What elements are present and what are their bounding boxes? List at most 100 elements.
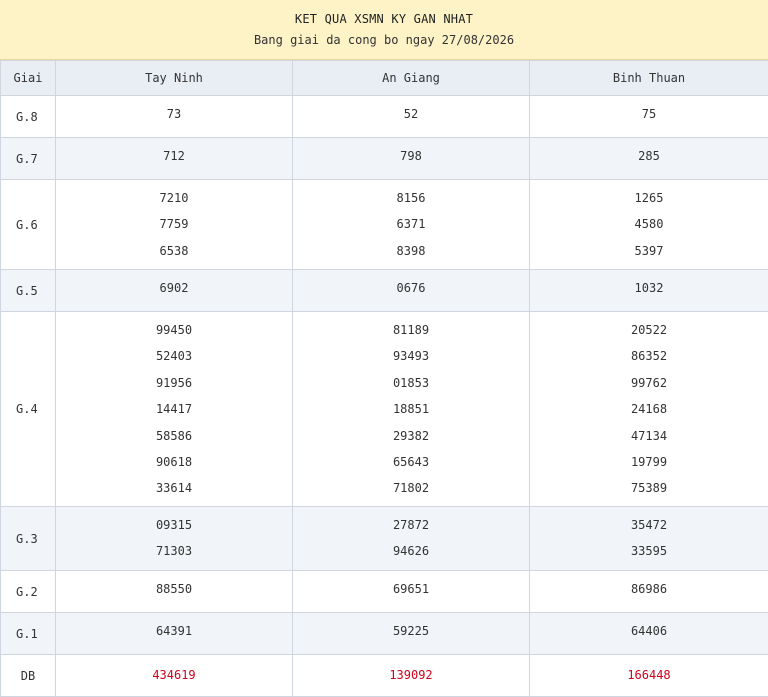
result-number: 24168	[530, 396, 768, 422]
result-number: 285	[530, 143, 768, 169]
result-number: 4580	[530, 211, 768, 237]
result-number: 18851	[293, 396, 529, 422]
table-header-row: Giai Tay Ninh An Giang Binh Thuan	[1, 61, 768, 96]
result-number: 27872	[293, 512, 529, 538]
prize-label: DB	[1, 655, 56, 697]
result-number: 33595	[530, 538, 768, 564]
result-number: 35472	[530, 512, 768, 538]
table-row: G.49945052403919561441758586906183361481…	[1, 312, 768, 507]
result-number: 75389	[530, 475, 768, 501]
table-row: DB434619139092166448	[1, 655, 768, 697]
result-number: 01853	[293, 370, 529, 396]
result-cell: 1032	[530, 270, 768, 312]
result-cell: 126545805397	[530, 180, 768, 270]
result-number: 20522	[530, 317, 768, 343]
result-cell: 20522863529976224168471341979975389	[530, 312, 768, 507]
column-header-province: Binh Thuan	[530, 61, 768, 96]
result-cell: 815663718398	[293, 180, 530, 270]
result-cell: 64391	[56, 613, 293, 655]
result-number: 73	[56, 101, 292, 127]
column-header-province: An Giang	[293, 61, 530, 96]
result-number: 99762	[530, 370, 768, 396]
result-number: 69651	[293, 576, 529, 602]
result-number: 19799	[530, 449, 768, 475]
result-number: 86986	[530, 576, 768, 602]
prize-label: G.6	[1, 180, 56, 270]
result-number: 166448	[530, 662, 768, 688]
result-number: 798	[293, 143, 529, 169]
result-number: 8398	[293, 238, 529, 264]
result-number: 5397	[530, 238, 768, 264]
result-number: 09315	[56, 512, 292, 538]
result-cell: 86986	[530, 571, 768, 613]
results-table: Giai Tay Ninh An Giang Binh Thuan G.8735…	[0, 60, 768, 697]
table-row: G.2885506965186986	[1, 571, 768, 613]
column-header-province: Tay Ninh	[56, 61, 293, 96]
result-number: 88550	[56, 576, 292, 602]
result-number: 47134	[530, 423, 768, 449]
result-number: 712	[56, 143, 292, 169]
results-header: KET QUA XSMN KY GAN NHAT Bang giai da co…	[0, 0, 768, 60]
result-number: 434619	[56, 662, 292, 688]
result-number: 6371	[293, 211, 529, 237]
result-cell: 166448	[530, 655, 768, 697]
result-cell: 2787294626	[293, 507, 530, 571]
result-number: 7210	[56, 185, 292, 211]
result-cell: 3547233595	[530, 507, 768, 571]
result-number: 33614	[56, 475, 292, 501]
result-cell: 75	[530, 96, 768, 138]
result-number: 64391	[56, 618, 292, 644]
table-row: G.3093157130327872946263547233595	[1, 507, 768, 571]
prize-label: G.3	[1, 507, 56, 571]
result-number: 52403	[56, 343, 292, 369]
result-number: 58586	[56, 423, 292, 449]
result-cell: 69651	[293, 571, 530, 613]
result-cell: 434619	[56, 655, 293, 697]
result-number: 75	[530, 101, 768, 127]
result-number: 6902	[56, 275, 292, 301]
result-cell: 52	[293, 96, 530, 138]
prize-label: G.4	[1, 312, 56, 507]
table-row: G.7712798285	[1, 138, 768, 180]
result-number: 59225	[293, 618, 529, 644]
result-number: 86352	[530, 343, 768, 369]
result-cell: 0676	[293, 270, 530, 312]
results-page: KET QUA XSMN KY GAN NHAT Bang giai da co…	[0, 0, 768, 696]
result-number: 90618	[56, 449, 292, 475]
result-number: 93493	[293, 343, 529, 369]
result-number: 29382	[293, 423, 529, 449]
result-cell: 81189934930185318851293826564371802	[293, 312, 530, 507]
result-cell: 99450524039195614417585869061833614	[56, 312, 293, 507]
page-subtitle: Bang giai da cong bo ngay 27/08/2026	[0, 26, 768, 47]
result-number: 14417	[56, 396, 292, 422]
result-cell: 73	[56, 96, 293, 138]
column-header-prize: Giai	[1, 61, 56, 96]
result-cell: 798	[293, 138, 530, 180]
table-row: G.1643915922564406	[1, 613, 768, 655]
result-number: 1032	[530, 275, 768, 301]
result-number: 94626	[293, 538, 529, 564]
result-cell: 285	[530, 138, 768, 180]
result-cell: 88550	[56, 571, 293, 613]
result-cell: 59225	[293, 613, 530, 655]
table-row: G.8735275	[1, 96, 768, 138]
result-cell: 721077596538	[56, 180, 293, 270]
result-number: 65643	[293, 449, 529, 475]
result-cell: 6902	[56, 270, 293, 312]
table-row: G.6721077596538815663718398126545805397	[1, 180, 768, 270]
prize-label: G.1	[1, 613, 56, 655]
result-cell: 712	[56, 138, 293, 180]
result-number: 139092	[293, 662, 529, 688]
result-number: 91956	[56, 370, 292, 396]
page-title: KET QUA XSMN KY GAN NHAT	[0, 0, 768, 26]
result-number: 1265	[530, 185, 768, 211]
prize-label: G.5	[1, 270, 56, 312]
result-number: 99450	[56, 317, 292, 343]
result-cell: 139092	[293, 655, 530, 697]
result-number: 0676	[293, 275, 529, 301]
result-number: 71303	[56, 538, 292, 564]
prize-label: G.8	[1, 96, 56, 138]
result-number: 6538	[56, 238, 292, 264]
result-number: 7759	[56, 211, 292, 237]
result-number: 64406	[530, 618, 768, 644]
